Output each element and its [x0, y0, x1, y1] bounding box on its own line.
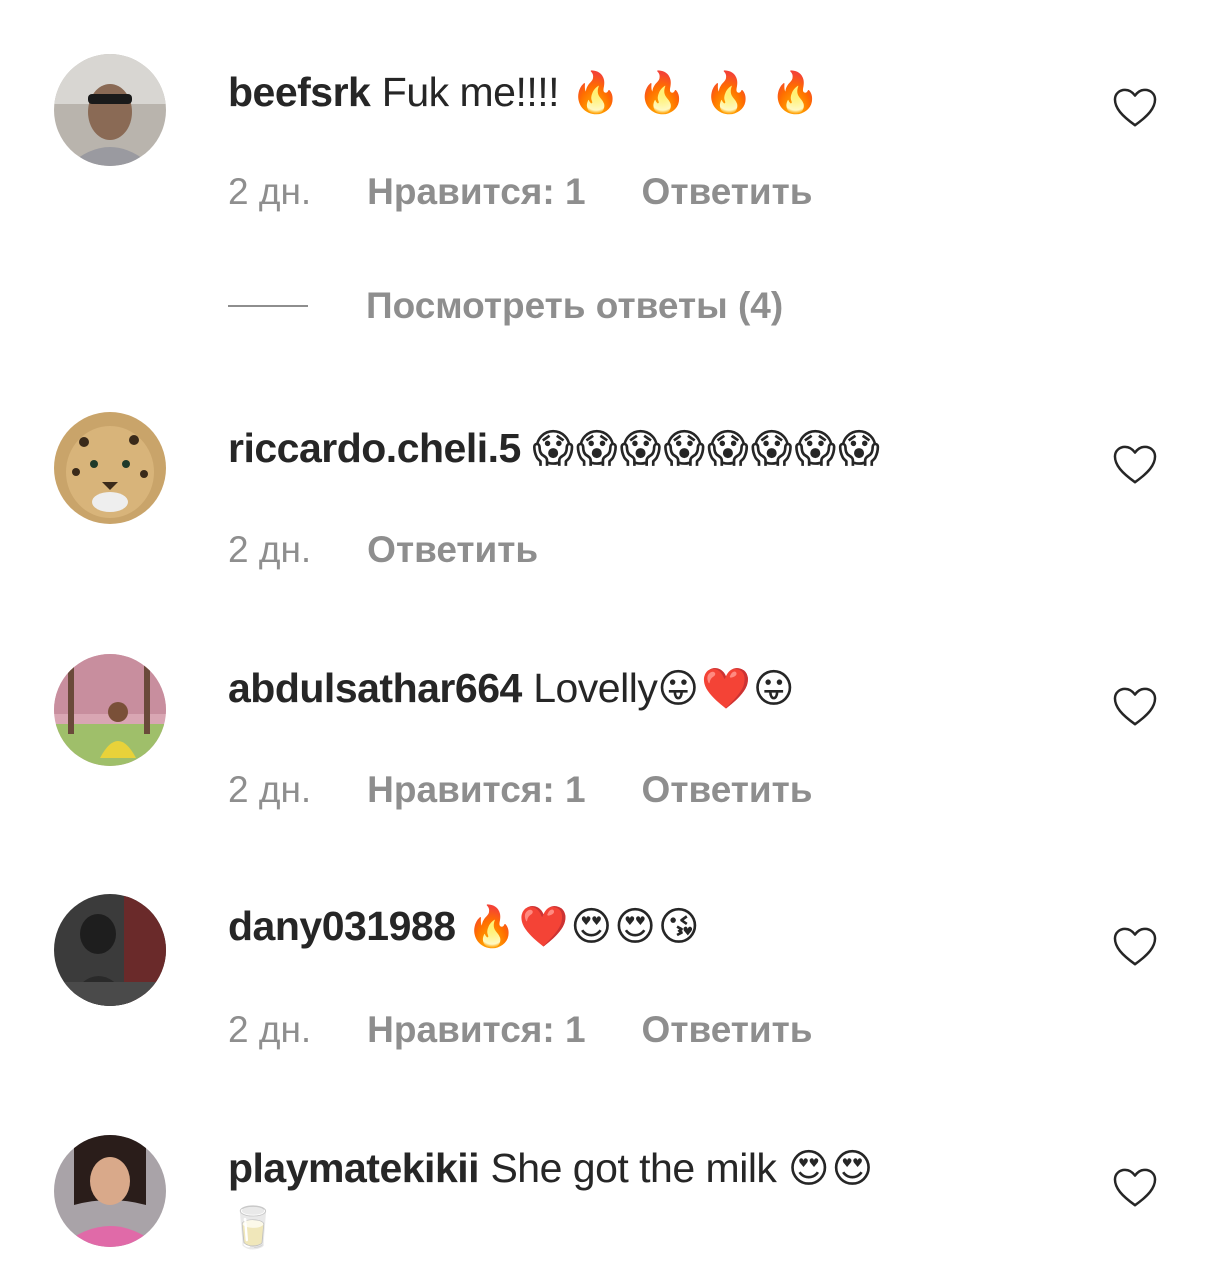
likes-count-link[interactable]: Нравится: 1: [367, 171, 585, 212]
comment-text: abdulsathar664 Lovelly😛❤️😛: [228, 660, 1091, 717]
comment-username[interactable]: abdulsathar664: [228, 665, 522, 711]
comment-text: riccardo.cheli.5 😱😱😱😱😱😱😱😱: [228, 420, 1091, 477]
comment-time: 2 дн.: [228, 1009, 312, 1050]
comment-username[interactable]: riccardo.cheli.5: [228, 425, 521, 471]
comment-meta: 2 дн. Нравится: 1 Ответить: [228, 768, 869, 812]
comment-emojis-line2: 🥛: [228, 1205, 278, 1251]
comment-text: playmatekikii She got the milk 😍😍: [228, 1140, 1091, 1197]
reply-button[interactable]: Ответить: [642, 769, 813, 810]
avatar[interactable]: [54, 54, 166, 166]
comment-body: Lovelly: [533, 665, 658, 711]
avatar[interactable]: [54, 412, 166, 524]
avatar[interactable]: [54, 654, 166, 766]
comment-emojis: 🔥❤️😍😍😘: [466, 904, 702, 950]
likes-count-link[interactable]: Нравится: 1: [367, 1009, 585, 1050]
like-heart-icon[interactable]: [1112, 1167, 1158, 1209]
likes-count-link[interactable]: Нравится: 1: [367, 769, 585, 810]
comment-emojis: 😍😍: [787, 1146, 876, 1192]
view-replies-button[interactable]: Посмотреть ответы (4): [228, 284, 783, 328]
comment-meta: 2 дн. Нравится: 1 Ответить: [228, 170, 869, 214]
comment-body: She got the milk: [490, 1145, 777, 1191]
comment-username[interactable]: dany031988: [228, 903, 456, 949]
comment-emojis: 😱😱😱😱😱😱😱😱: [532, 426, 882, 472]
like-heart-icon[interactable]: [1112, 926, 1158, 968]
comment-text: dany031988 🔥❤️😍😍😘: [228, 898, 1091, 955]
reply-button[interactable]: Ответить: [642, 171, 813, 212]
comment-time: 2 дн.: [228, 529, 312, 570]
like-heart-icon[interactable]: [1112, 686, 1158, 728]
comment-time: 2 дн.: [228, 171, 312, 212]
like-heart-icon[interactable]: [1112, 444, 1158, 486]
avatar[interactable]: [54, 1135, 166, 1247]
reply-button[interactable]: Ответить: [367, 529, 538, 570]
comment-meta: 2 дн. Ответить: [228, 528, 594, 572]
replies-divider-line: [228, 305, 308, 308]
comment-username[interactable]: playmatekikii: [228, 1145, 480, 1191]
view-replies-label: Посмотреть ответы (4): [366, 285, 784, 326]
avatar[interactable]: [54, 894, 166, 1006]
comment-emojis: 🔥 🔥 🔥 🔥: [570, 70, 822, 116]
comment-emojis: 😛❤️😛: [657, 666, 797, 712]
comment-text: beefsrk Fuk me!!!! 🔥 🔥 🔥 🔥: [228, 64, 1091, 121]
comment-body: Fuk me!!!!: [381, 69, 560, 115]
comment-time: 2 дн.: [228, 769, 312, 810]
comment-username[interactable]: beefsrk: [228, 69, 371, 115]
comment-meta: 2 дн. Нравится: 1 Ответить: [228, 1008, 869, 1052]
reply-button[interactable]: Ответить: [642, 1009, 813, 1050]
like-heart-icon[interactable]: [1112, 87, 1158, 129]
